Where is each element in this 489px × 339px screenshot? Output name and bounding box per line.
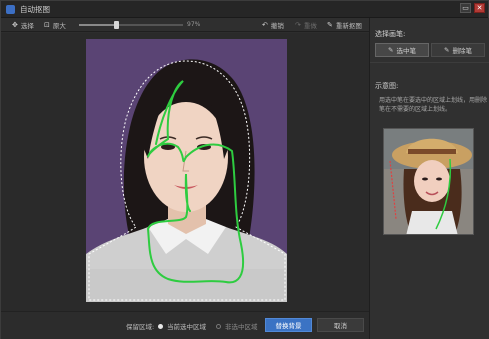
close-icon[interactable]: ✕ — [474, 3, 485, 13]
portrait-photo[interactable] — [86, 39, 287, 302]
erase-pen-label: 删除笔 — [452, 47, 472, 55]
keep-unselected-radio[interactable]: 非选中区域 — [216, 321, 258, 331]
pen-plus-icon: ✎ — [388, 46, 394, 54]
zoom-percent: 97% — [187, 21, 201, 28]
example-section-title: 示意图: — [375, 82, 399, 90]
select-tool-button[interactable]: ✥ 选择 — [12, 20, 34, 30]
original-size-button[interactable]: ⊡ 原大 — [44, 20, 66, 30]
redo-label: 重做 — [303, 21, 317, 30]
side-divider — [370, 62, 489, 63]
app-icon — [6, 4, 15, 14]
zoom-slider-knob[interactable] — [114, 21, 120, 29]
redo-icon: ↷ — [295, 20, 301, 29]
minimize-icon[interactable]: ▭ — [460, 3, 471, 13]
toolbar: ✥ 选择 ⊡ 原大 97% ↶ 撤销 ↷ 重做 ✎ 重新抠图 — [1, 18, 369, 32]
auto-cutout-window: 自动抠图 ▭ ✕ ✥ 选择 ⊡ 原大 97% ↶ 撤销 ↷ 重做 ✎ 重新抠图 — [0, 0, 489, 339]
zoom-slider-fill — [79, 24, 117, 26]
keep-area-label: 保留区域: — [126, 323, 155, 331]
side-panel: 选择画笔: ✎ 选中笔 ✎ 删除笔 示意图: 用选中笔在要选中的区域上划线，用删… — [369, 18, 489, 339]
undo-label: 撤销 — [270, 21, 284, 30]
replace-background-button[interactable]: 替换背景 — [265, 318, 312, 332]
window-title: 自动抠图 — [20, 4, 50, 14]
radio-unchecked-icon — [216, 323, 221, 329]
redraw-label: 重新抠图 — [335, 21, 362, 30]
erase-pen-button[interactable]: ✎ 删除笔 — [431, 43, 485, 57]
pen-section-title: 选择画笔: — [375, 30, 406, 38]
title-bar: 自动抠图 ▭ ✕ — [1, 1, 488, 18]
pen-minus-icon: ✎ — [444, 46, 450, 54]
example-description: 用选中笔在要选中的区域上划线，用删除笔在不需要的区域上划线。 — [379, 97, 488, 113]
canvas-area[interactable] — [1, 33, 369, 311]
original-size-label: 原大 — [52, 21, 66, 30]
zoom-icon: ⊡ — [44, 20, 50, 29]
keep-unselected-label: 非选中区域 — [225, 323, 258, 331]
select-pen-label: 选中笔 — [396, 47, 416, 55]
zoom-slider[interactable] — [79, 21, 183, 29]
redraw-button[interactable]: ✎ 重新抠图 — [327, 20, 362, 30]
undo-button[interactable]: ↶ 撤销 — [262, 20, 284, 30]
move-cross-icon: ✥ — [12, 20, 18, 29]
redo-button[interactable]: ↷ 重做 — [295, 20, 317, 30]
radio-checked-icon — [158, 323, 163, 329]
cancel-button[interactable]: 取消 — [317, 318, 364, 332]
undo-icon: ↶ — [262, 20, 268, 29]
brush-icon: ✎ — [327, 20, 333, 29]
keep-current-selection-radio[interactable]: 当前选中区域 — [158, 321, 206, 331]
select-pen-button[interactable]: ✎ 选中笔 — [375, 43, 429, 57]
example-image — [383, 128, 474, 235]
select-tool-label: 选择 — [20, 21, 34, 30]
keep-current-selection-label: 当前选中区域 — [167, 323, 206, 331]
bottom-bar: 保留区域: 当前选中区域 非选中区域 替换背景 取消 — [1, 311, 369, 339]
